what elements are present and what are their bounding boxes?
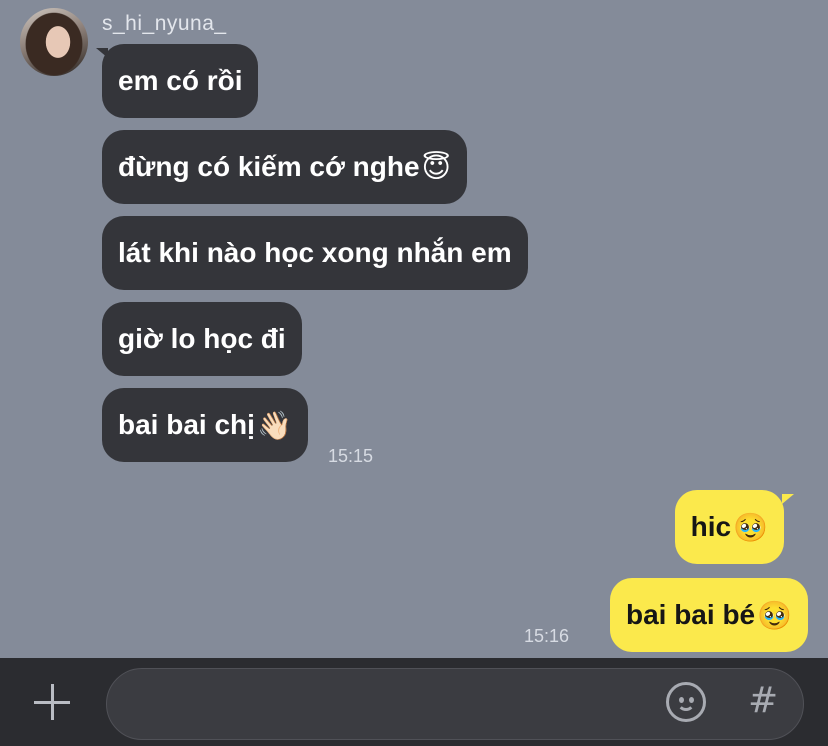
bubble-tail — [782, 494, 794, 504]
message-text: em có rồi — [118, 65, 243, 96]
hashtag-icon[interactable]: # — [748, 680, 778, 721]
plus-icon[interactable] — [30, 680, 74, 724]
incoming-message[interactable]: giờ lo học đi — [102, 302, 302, 376]
message-text: bai bai bé — [625, 599, 756, 630]
sender-name: s_hi_nyuna_ — [102, 12, 227, 35]
mouth — [677, 699, 695, 711]
incoming-message[interactable]: em có rồi — [102, 44, 259, 118]
message-text: bai bai chị — [118, 409, 255, 440]
angel-emoji-icon: 😇 — [421, 150, 451, 184]
message-text: hic — [690, 511, 732, 542]
emoji-icon[interactable] — [666, 682, 706, 722]
pleading-face-emoji-icon: 🥹 — [733, 510, 768, 544]
incoming-message[interactable]: bai bai chị 👋🏻 — [102, 388, 308, 462]
outgoing-timestamp: 15:16 — [524, 626, 570, 646]
incoming-timestamp: 15:15 — [328, 446, 374, 466]
incoming-message[interactable]: đừng có kiếm cớ nghe 😇 — [102, 130, 467, 204]
message-text: giờ lo học đi — [118, 323, 286, 354]
message-text: lát khi nào học xong nhắn em — [118, 237, 512, 268]
outgoing-message[interactable]: hic 🥹 — [674, 490, 784, 564]
chat-area: s_hi_nyuna_ em có rồi đừng có kiếm cớ ng… — [0, 0, 828, 658]
incoming-message[interactable]: lát khi nào học xong nhắn em — [102, 216, 528, 290]
waving-hand-emoji-icon: 👋🏻 — [256, 408, 292, 442]
outgoing-message[interactable]: bai bai bé 🥹 — [609, 578, 808, 652]
message-text: đừng có kiếm cớ nghe — [118, 151, 420, 182]
pleading-face-emoji-icon: 🥹 — [757, 598, 792, 632]
sender-avatar[interactable] — [20, 8, 88, 76]
